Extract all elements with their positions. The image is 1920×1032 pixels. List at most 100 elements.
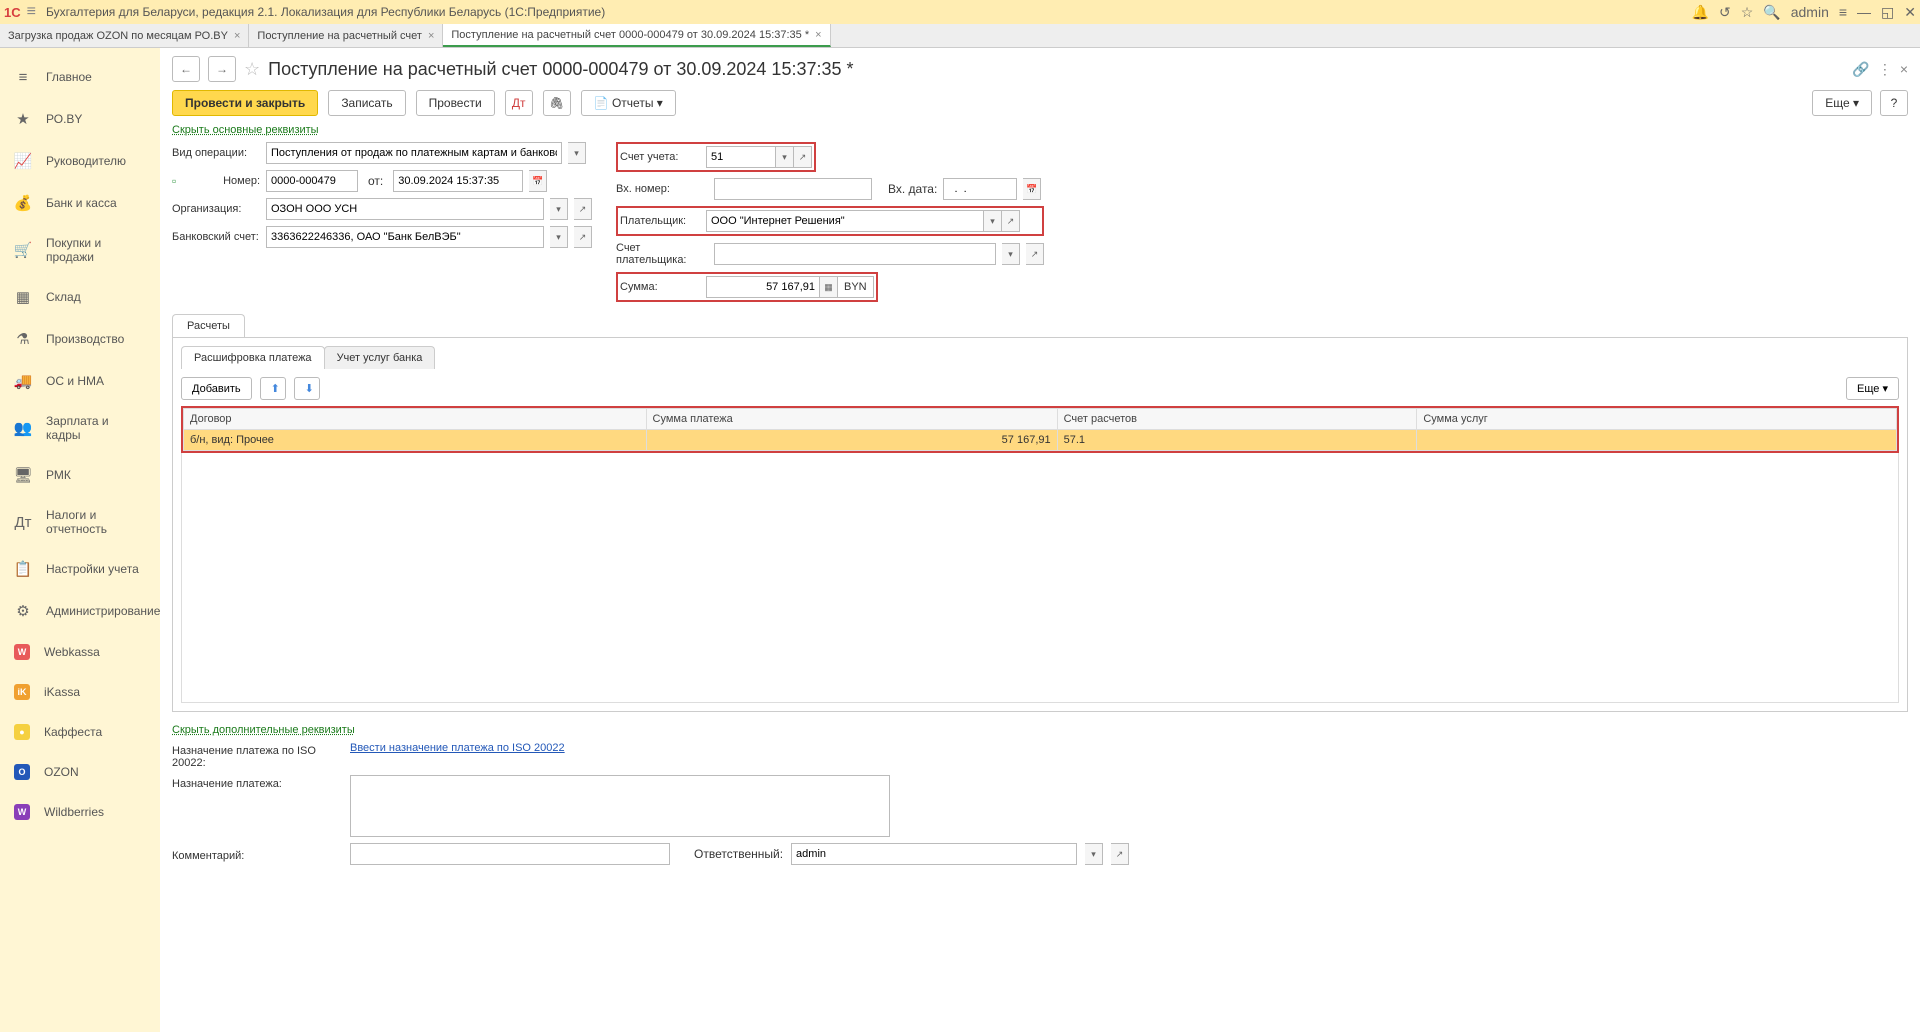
search-icon[interactable]: 🔍 [1763, 4, 1780, 21]
dropdown-icon[interactable]: ▾ [568, 142, 586, 164]
open-icon[interactable]: ↗ [1111, 843, 1129, 865]
bell-icon[interactable]: 🔔 [1692, 4, 1709, 21]
related-button[interactable]: 🖇 [543, 90, 571, 116]
history-icon[interactable]: ↺ [1719, 4, 1731, 21]
hide-additional-link[interactable]: Скрыть дополнительные реквизиты [172, 724, 355, 736]
col-contract[interactable]: Договор [184, 409, 647, 430]
payer-input[interactable] [706, 210, 984, 232]
open-icon[interactable]: ↗ [574, 198, 592, 220]
number-input[interactable] [266, 170, 358, 192]
cell-account[interactable]: 57.1 [1057, 430, 1417, 451]
dropdown-icon[interactable]: ▾ [1002, 243, 1020, 265]
menu-icon[interactable]: ≡ [27, 3, 36, 21]
dropdown-icon[interactable]: ▾ [1085, 843, 1103, 865]
table-row[interactable]: б/н, вид: Прочее 57 167,91 57.1 [184, 430, 1897, 451]
bank-acc-input[interactable] [266, 226, 544, 248]
more-button[interactable]: Еще ▾ [1812, 90, 1872, 116]
resp-input[interactable] [791, 843, 1077, 865]
col-amount[interactable]: Сумма платежа [646, 409, 1057, 430]
account-input[interactable] [706, 146, 776, 168]
col-service[interactable]: Сумма услуг [1417, 409, 1897, 430]
open-icon[interactable]: ↗ [1026, 243, 1044, 265]
sidebar-item-17[interactable]: WWildberries [0, 792, 160, 832]
post-button[interactable]: Провести [416, 90, 495, 116]
close-icon[interactable]: × [428, 30, 434, 42]
inner-tab-breakdown[interactable]: Расшифровка платежа [181, 346, 325, 369]
sidebar-item-9[interactable]: 🖥РМК [0, 454, 160, 496]
sidebar-item-4[interactable]: 🛒Покупки и продажи [0, 224, 160, 276]
date-input[interactable] [393, 170, 523, 192]
add-button[interactable]: Добавить [181, 377, 252, 400]
move-up-button[interactable]: ⬆ [260, 377, 286, 400]
payer-acc-input[interactable] [714, 243, 996, 265]
sidebar-item-8[interactable]: 👥Зарплата и кадры [0, 402, 160, 454]
dropdown-icon[interactable]: ▾ [776, 146, 794, 168]
col-account[interactable]: Счет расчетов [1057, 409, 1417, 430]
sidebar-item-13[interactable]: WWebkassa [0, 632, 160, 672]
sidebar-item-16[interactable]: OOZON [0, 752, 160, 792]
back-button[interactable]: ← [172, 56, 200, 82]
calendar-icon[interactable]: 📅 [529, 170, 547, 192]
sidebar-item-1[interactable]: ★РО.BY [0, 98, 160, 140]
tab-0[interactable]: Загрузка продаж OZON по месяцам РО.BY × [0, 24, 249, 47]
dropdown-icon[interactable]: ▾ [550, 198, 568, 220]
inner-tab-bank-services[interactable]: Учет услуг банка [324, 346, 436, 369]
bank-acc-label: Банковский счет: [172, 231, 260, 243]
table-empty-area [181, 453, 1899, 703]
open-icon[interactable]: ↗ [1002, 210, 1020, 232]
forward-button[interactable]: → [208, 56, 236, 82]
comment-input[interactable] [350, 843, 670, 865]
sidebar-item-10[interactable]: ДтНалоги и отчетность [0, 496, 160, 548]
favorite-icon[interactable]: ☆ [244, 59, 260, 80]
in-date-input[interactable] [943, 178, 1017, 200]
table-more-button[interactable]: Еще ▾ [1846, 377, 1899, 400]
op-type-input[interactable] [266, 142, 562, 164]
dropdown-icon[interactable]: ▾ [984, 210, 1002, 232]
sidebar-item-14[interactable]: iKiKassa [0, 672, 160, 712]
org-input[interactable] [266, 198, 544, 220]
sidebar-item-11[interactable]: 📋Настройки учета [0, 548, 160, 590]
sidebar-item-0[interactable]: ≡Главное [0, 56, 160, 98]
purpose-textarea[interactable] [350, 775, 890, 837]
tab-2[interactable]: Поступление на расчетный счет 0000-00047… [443, 24, 830, 47]
close-icon[interactable]: × [815, 29, 821, 41]
sidebar-item-5[interactable]: ▦Склад [0, 276, 160, 318]
dt-kt-button[interactable]: Дт [505, 90, 533, 116]
cell-service[interactable] [1417, 430, 1897, 451]
section-tab-calc[interactable]: Расчеты [172, 314, 245, 337]
kebab-icon[interactable]: ⋮ [1878, 61, 1892, 78]
cell-contract[interactable]: б/н, вид: Прочее [184, 430, 647, 451]
iso-link[interactable]: Ввести назначение платежа по ISO 20022 [350, 742, 565, 754]
sum-input[interactable] [706, 276, 820, 298]
help-button[interactable]: ? [1880, 90, 1908, 116]
sidebar-item-label: Зарплата и кадры [46, 414, 146, 442]
tab-1[interactable]: Поступление на расчетный счет × [249, 24, 443, 47]
open-icon[interactable]: ↗ [794, 146, 812, 168]
sidebar-item-15[interactable]: ●Каффеста [0, 712, 160, 752]
open-icon[interactable]: ↗ [574, 226, 592, 248]
sidebar-item-3[interactable]: 💰Банк и касса [0, 182, 160, 224]
post-and-close-button[interactable]: Провести и закрыть [172, 90, 318, 116]
calc-icon[interactable]: ▦ [820, 276, 838, 298]
user-label[interactable]: admin [1791, 4, 1829, 20]
sidebar-item-12[interactable]: ⚙Администрирование [0, 590, 160, 632]
dropdown-icon[interactable]: ▾ [550, 226, 568, 248]
reports-button[interactable]: 📄 Отчеты ▾ [581, 90, 676, 116]
star-icon[interactable]: ☆ [1741, 4, 1754, 21]
minimize-icon[interactable]: — [1857, 4, 1871, 20]
restore-icon[interactable]: ◱ [1881, 4, 1894, 21]
cell-amount[interactable]: 57 167,91 [646, 430, 1057, 451]
close-icon[interactable]: × [234, 30, 240, 42]
close-icon[interactable]: × [1900, 61, 1908, 78]
calendar-icon[interactable]: 📅 [1023, 178, 1041, 200]
sidebar-item-7[interactable]: 🚚ОС и НМА [0, 360, 160, 402]
sidebar-item-6[interactable]: ⚗Производство [0, 318, 160, 360]
sidebar-item-2[interactable]: 📈Руководителю [0, 140, 160, 182]
move-down-button[interactable]: ⬇ [294, 377, 320, 400]
link-icon[interactable]: 🔗 [1852, 61, 1869, 78]
settings-icon[interactable]: ≡ [1839, 4, 1847, 20]
close-window-icon[interactable]: ✕ [1904, 4, 1916, 21]
in-num-input[interactable] [714, 178, 872, 200]
hide-requisites-link[interactable]: Скрыть основные реквизиты [172, 124, 319, 136]
write-button[interactable]: Записать [328, 90, 405, 116]
